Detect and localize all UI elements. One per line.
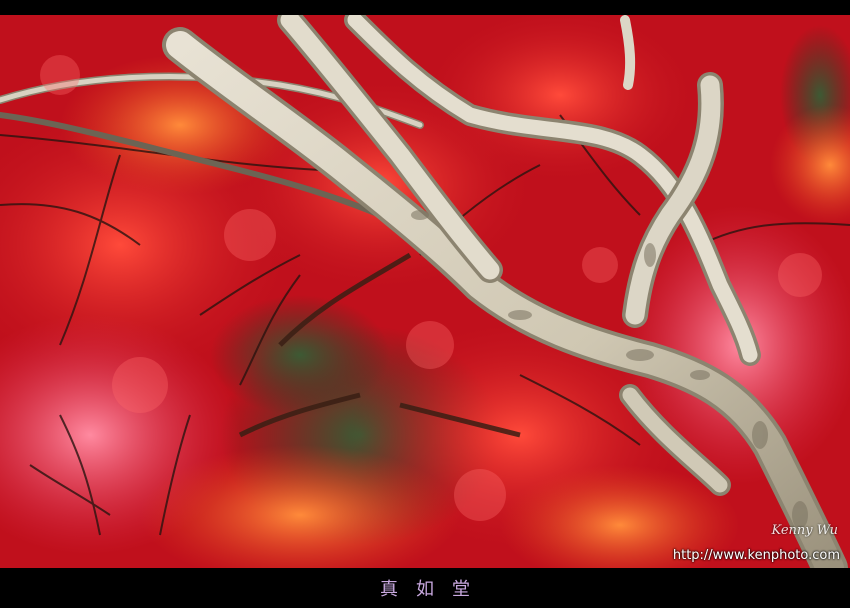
top-black-border — [0, 0, 850, 15]
maple-tree-photo — [0, 15, 850, 568]
photographer-signature: Kenny Wu — [771, 523, 839, 538]
photo-caption: 真如堂 — [380, 579, 488, 600]
caption-bar: 真如堂 — [0, 568, 850, 608]
watermark-url: http://www.kenphoto.com — [672, 548, 840, 563]
